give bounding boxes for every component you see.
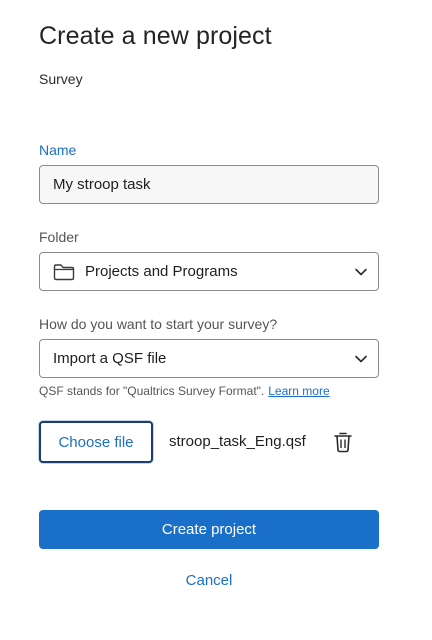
- create-project-dialog: Create a new project Survey Name My stro…: [0, 0, 432, 640]
- start-method-select-value: Import a QSF file: [53, 350, 167, 367]
- name-input[interactable]: My stroop task: [39, 165, 379, 204]
- chevron-down-icon: [354, 265, 368, 279]
- qsf-hint: QSF stands for "Qualtrics Survey Format"…: [39, 384, 330, 398]
- cancel-button[interactable]: Cancel: [39, 572, 379, 589]
- project-type-label: Survey: [39, 71, 83, 87]
- start-method-select[interactable]: Import a QSF file: [39, 339, 379, 378]
- create-project-button[interactable]: Create project: [39, 510, 379, 549]
- folder-label: Folder: [39, 229, 79, 245]
- choose-file-button[interactable]: Choose file: [39, 421, 153, 463]
- chevron-down-icon: [354, 352, 368, 366]
- name-input-value: My stroop task: [53, 176, 151, 193]
- learn-more-link[interactable]: Learn more: [268, 384, 329, 398]
- name-label: Name: [39, 142, 77, 158]
- selected-filename: stroop_task_Eng.qsf: [169, 433, 306, 450]
- page-title: Create a new project: [39, 22, 272, 50]
- folder-select[interactable]: Projects and Programs: [39, 252, 379, 291]
- start-method-label: How do you want to start your survey?: [39, 316, 278, 332]
- qsf-hint-text: QSF stands for "Qualtrics Survey Format"…: [39, 384, 265, 398]
- trash-icon[interactable]: [333, 431, 353, 453]
- folder-select-value: Projects and Programs: [85, 263, 238, 280]
- folder-icon: [53, 263, 75, 281]
